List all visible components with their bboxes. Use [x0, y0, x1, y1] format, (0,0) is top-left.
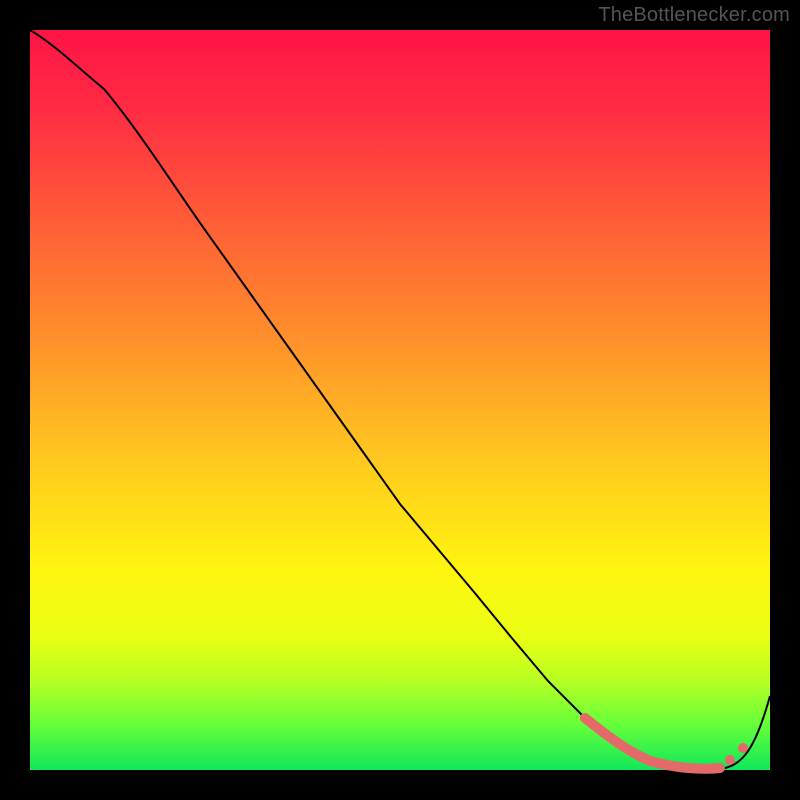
bottleneck-curve — [30, 30, 770, 769]
optimal-zone-flat — [650, 761, 720, 769]
optimal-zone-dot-1 — [725, 755, 735, 765]
curve-overlay — [30, 30, 770, 770]
plot-area — [30, 30, 770, 770]
chart-frame: TheBottlenecker.com — [0, 0, 800, 800]
watermark-text: TheBottlenecker.com — [598, 4, 790, 27]
optimal-zone-descending — [585, 718, 648, 760]
optimal-zone-dot-2 — [738, 743, 748, 753]
